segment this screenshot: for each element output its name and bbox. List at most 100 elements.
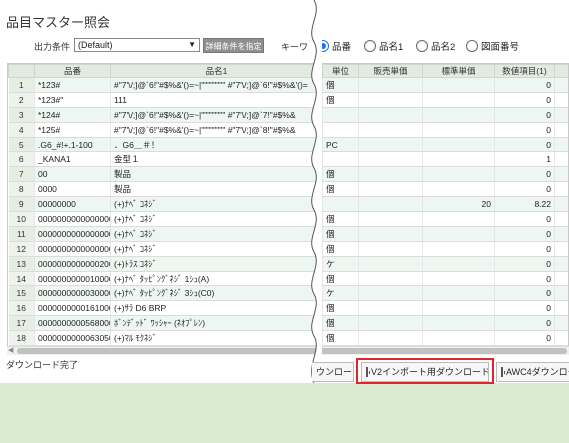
sale-price-cell[interactable] [358, 196, 423, 213]
hinban-cell[interactable]: .G6_#!+.1-100 [34, 137, 111, 153]
num1-cell[interactable]: 0 [494, 256, 555, 272]
row-number-cell[interactable]: 3 [8, 107, 35, 123]
more-cell[interactable] [554, 271, 568, 287]
hinban-cell[interactable]: *123#" [34, 92, 111, 108]
row-number-cell[interactable]: 18 [8, 330, 35, 347]
std-price-cell[interactable] [422, 166, 495, 183]
table-row[interactable]: 18 0000000000063050 (+)ﾏﾙ ﾓｸﾈｼﾞ個 0 [8, 330, 568, 347]
unit-cell[interactable]: 個 [322, 271, 359, 287]
unit-cell[interactable] [322, 122, 359, 138]
sale-price-cell[interactable] [358, 151, 423, 168]
hinmei1-cell[interactable]: (+)ﾏﾙ ﾓｸﾈｼﾞ [110, 330, 323, 347]
col-header-hinban[interactable]: 品番 [34, 64, 111, 78]
table-row[interactable]: 5 .G6_#!+.1-100 ．G6＿＃！ PC 0 [8, 137, 568, 153]
hinmei1-cell[interactable]: (+)ﾅﾍﾞ ﾀｯﾋﾟﾝｸﾞﾈｼﾞ 1ｼｭ(A) [110, 271, 323, 287]
hinmei1-cell[interactable]: (+)ﾅﾍﾞ ｺﾈｼﾞ [110, 226, 323, 242]
output-condition-select[interactable]: (Default) ▼ [74, 38, 200, 52]
table-row[interactable]: 8 0000 製品個 0 [8, 181, 568, 198]
std-price-cell[interactable] [422, 77, 495, 93]
more-cell[interactable] [554, 107, 568, 123]
more-cell[interactable] [554, 92, 568, 108]
unit-cell[interactable]: 個 [322, 330, 359, 347]
hinban-cell[interactable]: 0000000000000000 [34, 226, 111, 242]
sale-price-cell[interactable] [358, 107, 423, 123]
row-number-cell[interactable]: 2 [8, 92, 35, 108]
col-header-std-price[interactable]: 標準単価 [422, 64, 495, 78]
std-price-cell[interactable] [422, 256, 495, 272]
hinmei1-cell[interactable]: (+)ｻﾗ D6 BRP [110, 300, 323, 317]
unit-cell[interactable]: 個 [322, 166, 359, 183]
unit-cell[interactable]: PC [322, 137, 359, 153]
more-cell[interactable] [554, 211, 568, 227]
sale-price-cell[interactable] [358, 271, 423, 287]
std-price-cell[interactable] [422, 211, 495, 227]
sale-price-cell[interactable] [358, 77, 423, 93]
row-number-cell[interactable]: 9 [8, 196, 35, 213]
row-number-cell[interactable]: 6 [8, 151, 35, 168]
hinban-cell[interactable]: 0000000000063050 [34, 330, 111, 347]
row-number-cell[interactable]: 1 [8, 77, 35, 93]
row-number-cell[interactable]: 15 [8, 285, 35, 302]
more-cell[interactable] [554, 166, 568, 183]
unit-cell[interactable]: ケ [322, 256, 359, 272]
more-cell[interactable] [554, 315, 568, 332]
row-number-cell[interactable]: 5 [8, 137, 35, 153]
hinmei1-cell[interactable]: (+)ﾅﾍﾞ ｺﾈｼﾞ [110, 196, 323, 213]
unit-cell[interactable]: 個 [322, 77, 359, 93]
row-number-cell[interactable]: 17 [8, 315, 35, 332]
std-price-cell[interactable] [422, 92, 495, 108]
hinban-cell[interactable]: *125# [34, 122, 111, 138]
row-number-cell[interactable]: 7 [8, 166, 35, 183]
num1-cell[interactable]: 0 [494, 211, 555, 227]
unit-cell[interactable]: ケ [322, 285, 359, 302]
hinban-cell[interactable]: _KANA1 [34, 151, 111, 168]
hinban-cell[interactable]: 00 [34, 166, 111, 183]
unit-cell[interactable] [322, 196, 359, 213]
radio-icon[interactable] [416, 40, 428, 52]
table-row[interactable]: 10 0000000000000000 (+)ﾅﾍﾞ ｺﾈｼﾞ個 0 [8, 211, 568, 227]
std-price-cell[interactable] [422, 300, 495, 317]
std-price-cell[interactable] [422, 137, 495, 153]
std-price-cell[interactable] [422, 315, 495, 332]
unit-cell[interactable]: 個 [322, 226, 359, 242]
num1-cell[interactable]: 0 [494, 315, 555, 332]
row-number-cell[interactable]: 16 [8, 300, 35, 317]
table-row[interactable]: 9 00000000 (+)ﾅﾍﾞ ｺﾈｼﾞ 20 8.22 [8, 196, 568, 213]
more-cell[interactable] [554, 151, 568, 168]
hinban-cell[interactable]: 00000000 [34, 196, 111, 213]
hinban-cell[interactable]: 0000000000000000 [34, 241, 111, 257]
std-price-cell[interactable] [422, 241, 495, 257]
more-cell[interactable] [554, 256, 568, 272]
sale-price-cell[interactable] [358, 241, 423, 257]
hinban-cell[interactable]: *124# [34, 107, 111, 123]
scroll-left-arrow-icon[interactable]: ◀ [8, 346, 13, 354]
sale-price-cell[interactable] [358, 92, 423, 108]
col-header-more[interactable]: 数 [554, 64, 568, 78]
sale-price-cell[interactable] [358, 285, 423, 302]
sale-price-cell[interactable] [358, 300, 423, 317]
hinban-cell[interactable]: 0000000000161000 [34, 300, 111, 317]
table-row[interactable]: 17 0000000000568000 ﾎﾞﾝﾃﾞｯﾄﾞ ﾜｯｼｬｰ (ﾈｵﾌﾟﾚﾝ… [8, 315, 568, 332]
hinmei1-cell[interactable]: (+)ﾄﾗｽ ｺﾈｼﾞ [110, 256, 323, 272]
radio-icon[interactable] [364, 40, 376, 52]
std-price-cell[interactable] [422, 226, 495, 242]
sale-price-cell[interactable] [358, 315, 423, 332]
unit-cell[interactable] [322, 107, 359, 123]
hinmei1-cell[interactable]: #"7'\/;]@`6!"#$%&'()=~|"""""""" #"7'\/;]… [110, 122, 323, 138]
radio-zumen[interactable]: 図面番号 [466, 39, 519, 53]
sale-price-cell[interactable] [358, 137, 423, 153]
num1-cell[interactable]: 0 [494, 122, 555, 138]
std-price-cell[interactable] [422, 330, 495, 347]
radio-hinmei1[interactable]: 品名1 [364, 39, 403, 53]
num1-cell[interactable]: 0 [494, 107, 555, 123]
more-cell[interactable] [554, 241, 568, 257]
std-price-cell[interactable] [422, 151, 495, 168]
more-cell[interactable] [554, 181, 568, 198]
std-price-cell[interactable]: 20 [422, 196, 495, 213]
table-row[interactable]: 6 _KANA1 金型１ 1 [8, 151, 568, 168]
sale-price-cell[interactable] [358, 226, 423, 242]
unit-cell[interactable]: 個 [322, 92, 359, 108]
row-number-cell[interactable]: 14 [8, 271, 35, 287]
std-price-cell[interactable] [422, 122, 495, 138]
more-cell[interactable] [554, 300, 568, 317]
